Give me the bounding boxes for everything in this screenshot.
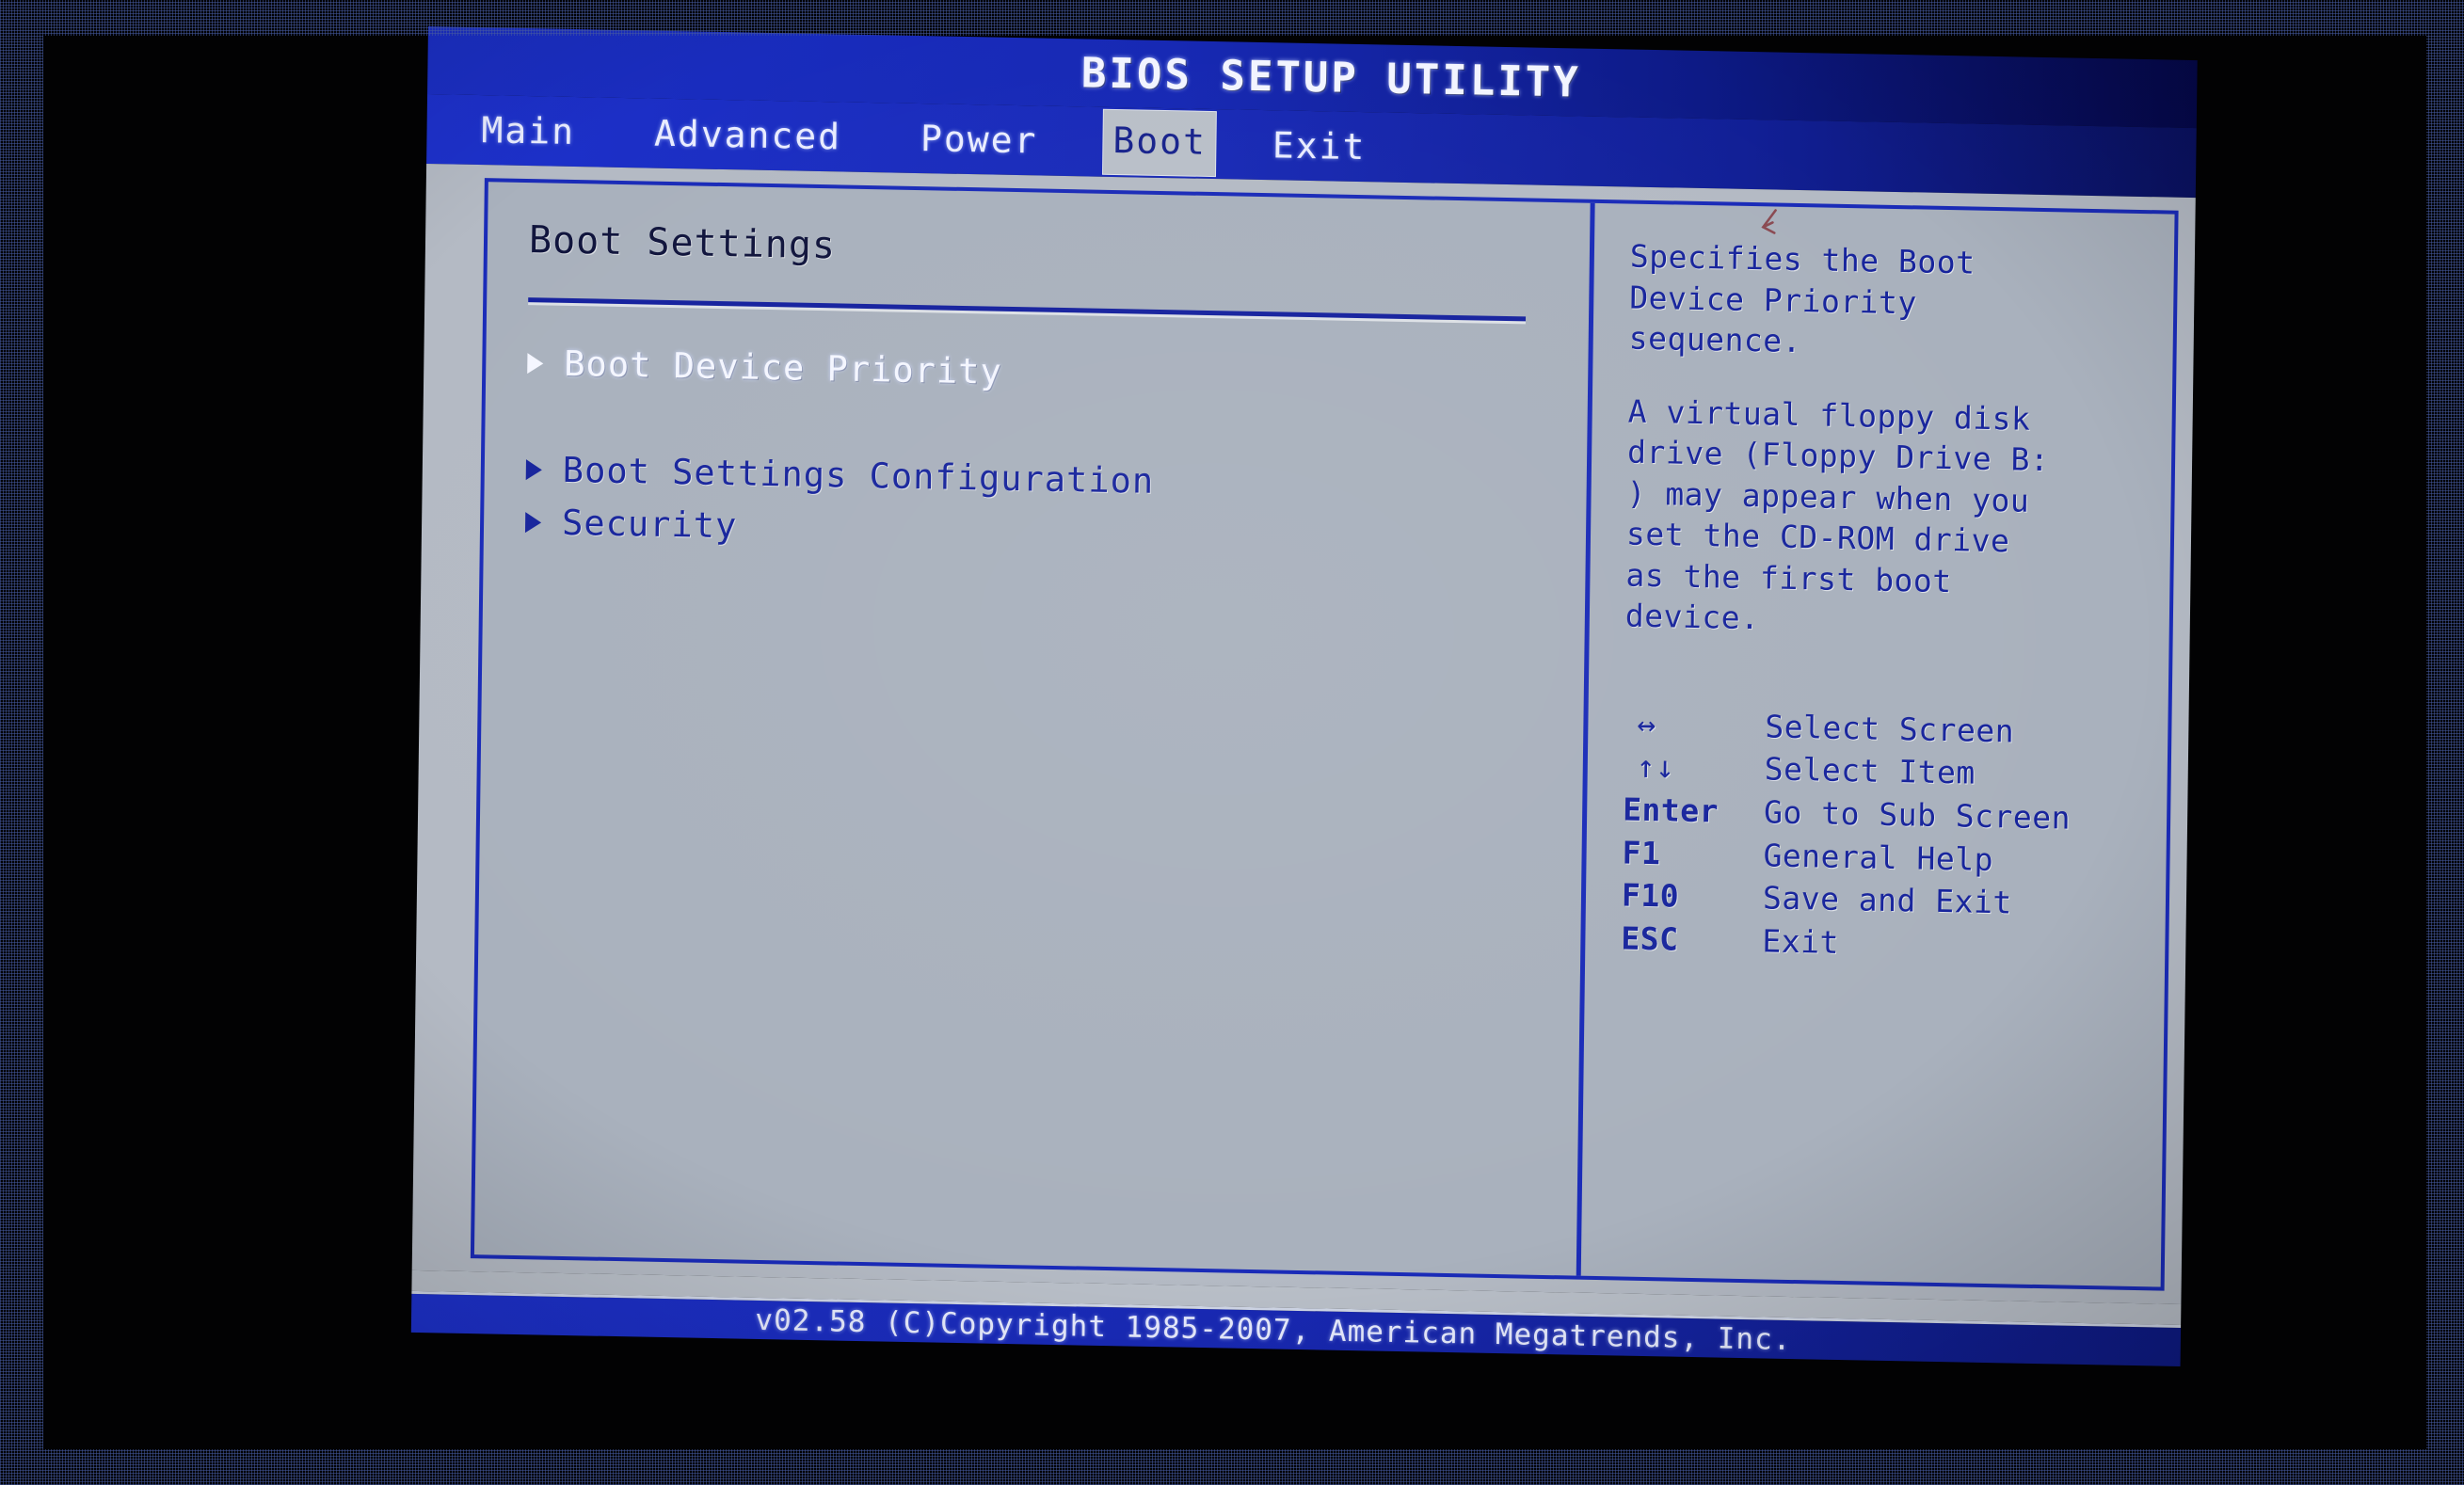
page-title: BIOS SETUP UTILITY [1080, 48, 1582, 107]
key-name-enter: Enter [1622, 790, 1720, 830]
content-frame: Boot Settings Boot Device Priority Boot … [470, 178, 2179, 1291]
help-panel: Specifies the Boot Device Priority seque… [1581, 203, 2175, 1287]
tab-main[interactable]: Main [468, 104, 588, 158]
menu-item-label: Security [561, 502, 738, 547]
help-text-secondary: A virtual floppy disk drive (Floppy Driv… [1624, 392, 2050, 637]
tab-advanced[interactable]: Advanced [641, 106, 856, 163]
key-legend-label: Select Item [1764, 750, 1976, 792]
key-legend-label: General Help [1763, 836, 1994, 878]
tab-exit[interactable]: Exit [1259, 119, 1380, 173]
arrow-up-down-icon: ↑↓ [1636, 748, 1675, 787]
triangle-right-icon [524, 512, 542, 534]
tab-boot[interactable]: Boot [1102, 109, 1217, 177]
triangle-right-icon [527, 353, 544, 375]
triangle-right-icon [525, 458, 542, 481]
key-legend-label: Go to Sub Screen [1763, 793, 2072, 837]
menu-item-label: Boot Device Priority [564, 343, 1003, 392]
key-legend: ↔ Select Screen ↑↓ Select Item Enter Go … [1621, 702, 2141, 969]
main-panel: Boot Settings Boot Device Priority Boot … [473, 182, 1595, 1276]
menu-item-boot-device-priority[interactable]: Boot Device Priority [527, 343, 1588, 404]
tab-power[interactable]: Power [907, 112, 1051, 168]
key-legend-label: Save and Exit [1762, 879, 2012, 921]
key-name-f1: F1 [1622, 834, 1661, 871]
menu-item-security[interactable]: Security [524, 502, 1586, 563]
key-legend-label: Exit [1762, 921, 1840, 961]
section-title: Boot Settings [528, 218, 837, 268]
key-name-esc: ESC [1621, 919, 1679, 958]
section-divider [528, 297, 1527, 322]
help-text-primary: Specifies the Boot Device Priority seque… [1628, 237, 1976, 360]
photograph-frame: BIOS SETUP UTILITY Main Advanced Power B… [0, 0, 2464, 1485]
bios-screen: BIOS SETUP UTILITY Main Advanced Power B… [410, 26, 2198, 1366]
key-legend-row-esc: ESC Exit [1621, 917, 2139, 969]
arrow-left-right-icon: ↔ [1637, 705, 1657, 743]
key-legend-label: Select Screen [1765, 708, 2015, 750]
key-name-f10: F10 [1621, 876, 1680, 915]
